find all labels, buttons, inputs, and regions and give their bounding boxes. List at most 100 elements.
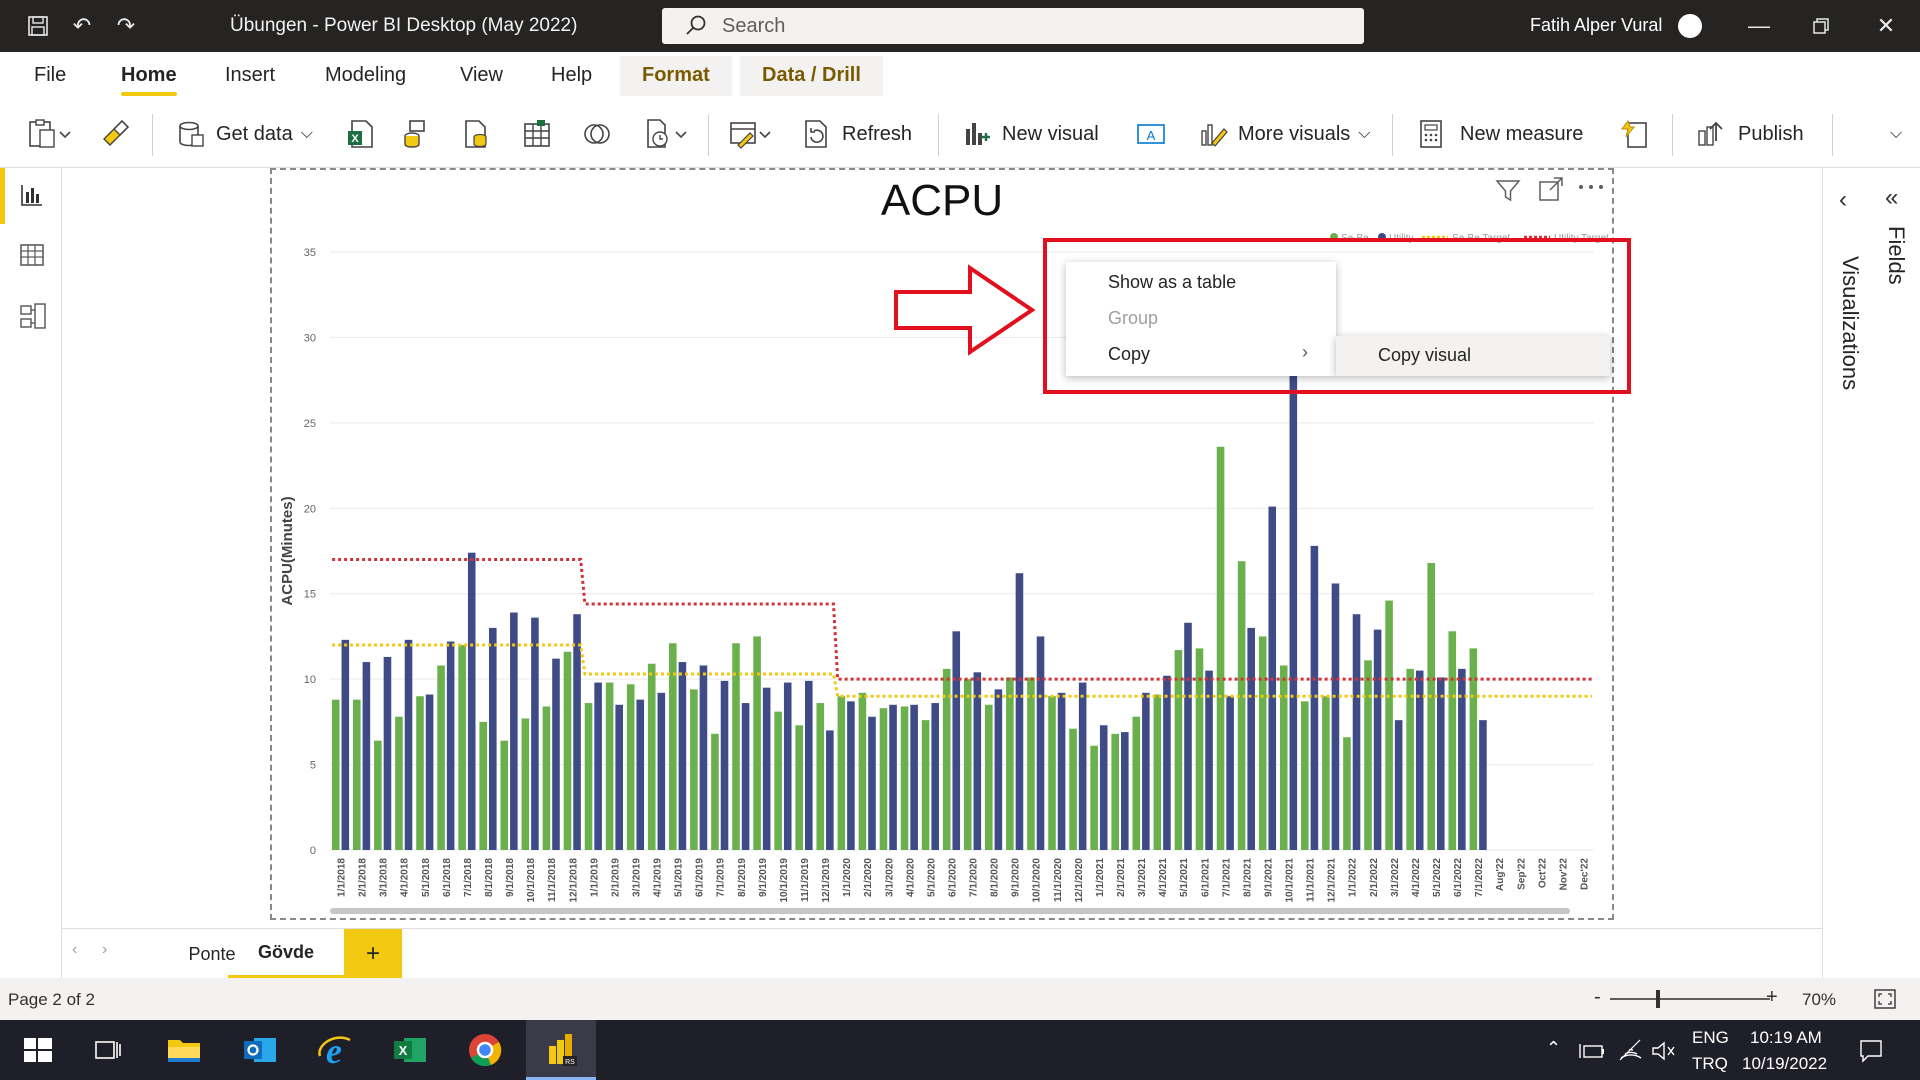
page-tab-govde[interactable]: Gövde: [228, 929, 344, 979]
bar-utility: [868, 716, 876, 850]
tab-help[interactable]: Help: [551, 64, 592, 87]
save-icon[interactable]: [24, 12, 52, 40]
bar-utility: [952, 631, 961, 850]
bar-utility: [657, 692, 666, 850]
new-visual-button[interactable]: New visual: [960, 116, 1099, 152]
svg-text:RS: RS: [565, 1059, 575, 1066]
bar-sebe: [837, 696, 846, 850]
collapse-fields-icon[interactable]: «: [1885, 184, 1898, 212]
avatar[interactable]: [1678, 14, 1702, 38]
dataverse-button[interactable]: [582, 116, 612, 152]
bar-sebe: [331, 699, 340, 850]
x-tick-label: 4/1/2022: [1411, 858, 1422, 897]
next-page-icon[interactable]: ›: [102, 941, 107, 959]
notifications-icon[interactable]: [1858, 1038, 1884, 1064]
clock-time[interactable]: 10:19 AM: [1750, 1028, 1822, 1048]
task-view-icon[interactable]: [88, 1030, 128, 1070]
transform-data-button[interactable]: [728, 116, 774, 152]
file-explorer-icon[interactable]: [164, 1030, 204, 1070]
excel-taskbar-icon[interactable]: X: [390, 1030, 430, 1070]
add-page-button[interactable]: +: [344, 929, 402, 979]
format-painter-button[interactable]: [100, 116, 130, 152]
bar-sebe: [1216, 446, 1225, 850]
redo-icon[interactable]: ↷: [112, 12, 140, 40]
publish-button[interactable]: Publish: [1696, 116, 1804, 152]
refresh-button[interactable]: Refresh: [802, 116, 912, 152]
x-tick-label: 7/1/2018: [463, 858, 474, 897]
bar-sebe: [879, 708, 888, 850]
bar-sebe: [626, 684, 635, 850]
undo-icon[interactable]: ↶: [68, 12, 96, 40]
windows-start-icon[interactable]: [18, 1030, 58, 1070]
prev-page-icon[interactable]: ‹: [72, 941, 77, 959]
battery-icon[interactable]: [1578, 1040, 1606, 1062]
model-view-icon[interactable]: [19, 302, 47, 330]
tab-modeling[interactable]: Modeling: [325, 64, 406, 87]
restore-icon[interactable]: [1807, 12, 1835, 40]
x-tick-label: 8/1/2019: [737, 858, 748, 897]
tab-format[interactable]: Format: [620, 56, 732, 96]
user-name[interactable]: Fatih Alper Vural: [1530, 15, 1662, 36]
clock-date[interactable]: 10/19/2022: [1742, 1054, 1827, 1074]
ribbon-collapse-chevron-icon[interactable]: ⌵: [1890, 116, 1902, 152]
x-tick-label: 9/1/2019: [758, 858, 769, 897]
sql-button[interactable]: [462, 116, 492, 152]
zoom-slider-thumb[interactable]: [1656, 990, 1660, 1008]
horizontal-scrollbar[interactable]: [330, 908, 1570, 914]
tray-overflow-icon[interactable]: ⌃: [1546, 1038, 1561, 1059]
get-data-label: Get data: [216, 122, 293, 145]
bar-utility: [404, 639, 413, 850]
fit-to-page-icon[interactable]: [1874, 989, 1896, 1009]
wifi-icon[interactable]: [1618, 1038, 1644, 1062]
volume-icon[interactable]: [1650, 1040, 1676, 1062]
tab-insert[interactable]: Insert: [225, 64, 275, 87]
collapse-visualizations-icon[interactable]: ‹: [1839, 186, 1847, 214]
get-data-button[interactable]: Get data ⌵: [176, 116, 313, 152]
taskbar: e X RS ⌃ ENG TRQ 10:19 AM 10/19/2022: [0, 1020, 1920, 1080]
bar-utility: [1310, 545, 1319, 850]
bar-utility: [720, 680, 729, 850]
excel-button[interactable]: X: [346, 116, 376, 152]
filter-icon[interactable]: [1494, 176, 1522, 204]
zoom-in-button[interactable]: +: [1766, 986, 1778, 1009]
bar-sebe: [1006, 677, 1014, 850]
separator: [1832, 114, 1833, 156]
tab-home[interactable]: Home: [121, 64, 177, 96]
internet-explorer-icon[interactable]: e: [314, 1030, 354, 1070]
report-view-icon[interactable]: [19, 182, 45, 208]
zoom-slider[interactable]: [1610, 998, 1770, 1000]
paste-button[interactable]: [28, 116, 74, 152]
minimize-icon[interactable]: —: [1745, 12, 1773, 40]
new-measure-button[interactable]: New measure: [1416, 116, 1583, 152]
visualizations-pane-tab[interactable]: Visualizations: [1837, 256, 1863, 390]
recent-sources-button[interactable]: [644, 116, 690, 152]
x-tick-label: Nov'22: [1558, 858, 1569, 891]
more-visuals-button[interactable]: More visuals ⌵: [1198, 116, 1370, 152]
tab-file[interactable]: File: [34, 64, 66, 87]
bar-utility: [762, 687, 771, 850]
close-icon[interactable]: ✕: [1872, 12, 1900, 40]
enter-data-button[interactable]: [522, 116, 552, 152]
bar-sebe: [1153, 694, 1162, 850]
fields-pane-tab[interactable]: Fields: [1883, 226, 1909, 285]
bar-utility: [1057, 692, 1066, 850]
data-view-icon[interactable]: [19, 242, 45, 268]
language-secondary[interactable]: TRQ: [1692, 1054, 1728, 1074]
bar-utility: [847, 701, 855, 850]
tab-data-drill[interactable]: Data / Drill: [740, 56, 883, 96]
zoom-out-button[interactable]: -: [1594, 986, 1601, 1009]
text-box-button[interactable]: A: [1136, 116, 1166, 152]
tab-view[interactable]: View: [460, 64, 503, 87]
search-input[interactable]: Search: [662, 8, 1364, 44]
language-primary[interactable]: ENG: [1692, 1028, 1729, 1048]
powerbi-taskbar-button[interactable]: RS: [526, 1020, 596, 1080]
chrome-icon[interactable]: [465, 1030, 505, 1070]
outlook-icon[interactable]: [240, 1030, 280, 1070]
more-options-icon[interactable]: [1578, 182, 1604, 192]
quick-measure-button[interactable]: [1620, 116, 1650, 152]
y-tick-label: 15: [304, 589, 316, 601]
focus-mode-icon[interactable]: [1538, 176, 1564, 202]
bar-utility: [805, 680, 813, 850]
datasets-button[interactable]: [402, 116, 432, 152]
x-tick-label: 7/1/2021: [1221, 858, 1232, 897]
